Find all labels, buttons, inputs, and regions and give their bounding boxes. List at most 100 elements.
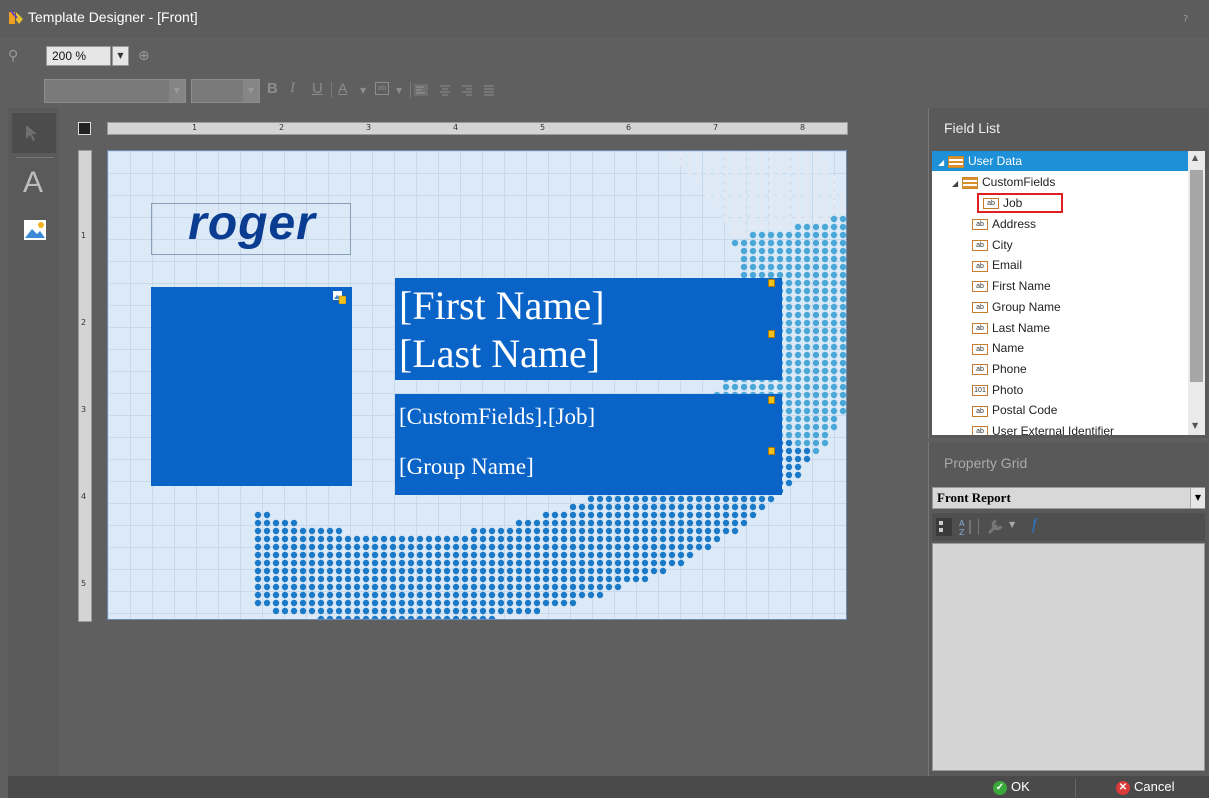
ruler-label: 5 (540, 123, 546, 132)
sort-alphabetical-icon[interactable]: AZ (958, 518, 974, 536)
ruler-label: 1 (81, 231, 87, 240)
tree-item-label: Name (992, 341, 1025, 356)
logo-picture-box[interactable]: roger (151, 197, 351, 255)
highlight-color-button[interactable]: ab (375, 82, 389, 95)
info-field-box[interactable]: [CustomFields].[Job] [Group Name] (395, 394, 782, 495)
toolbox-divider (16, 157, 54, 158)
text-field-icon: ab (972, 219, 988, 231)
tree-item-label: Last Name (992, 320, 1051, 335)
bold-button[interactable]: B (267, 80, 278, 97)
chevron-down-icon: ▼ (169, 80, 185, 102)
tree-item-label: Postal Code (992, 403, 1058, 418)
property-grid-body[interactable] (932, 543, 1205, 771)
ruler-corner-button[interactable] (78, 122, 91, 135)
check-icon: ✓ (993, 780, 1007, 795)
chevron-down-icon[interactable]: ▼ (360, 86, 366, 95)
tree-item-field[interactable]: ab Email (972, 255, 1022, 275)
pointer-tool[interactable] (12, 113, 56, 153)
tree-item-field[interactable]: ab First Name (972, 276, 1051, 296)
tree-item-job[interactable]: ab Job (977, 193, 1063, 213)
text-field-icon: ab (983, 198, 999, 210)
function-icon[interactable]: f (1032, 516, 1036, 534)
text-tool[interactable]: A (23, 166, 43, 200)
toolbar-divider (978, 519, 979, 535)
ruler-label: 2 (279, 123, 285, 132)
tree-item-label: Group Name (992, 299, 1061, 314)
zoom-out-icon[interactable]: ⚲ (8, 48, 18, 64)
scrollbar-thumb[interactable] (1190, 170, 1203, 382)
tree-item-field[interactable]: ab City (972, 235, 1013, 255)
design-canvas[interactable]: roger [First Name] [Last Name] [CustomFi… (107, 150, 847, 620)
categorized-icon[interactable] (936, 518, 952, 536)
tree-item-user-data[interactable]: ◢ User Data (932, 151, 1188, 171)
tree-item-label: First Name (992, 279, 1051, 294)
tree-item-field[interactable]: ab User External Identifier (972, 421, 1114, 435)
tree-item-field[interactable]: ab Postal Code (972, 400, 1057, 420)
window-title: Template Designer - [Front] (28, 9, 198, 25)
table-icon (948, 155, 964, 168)
tree-item-field[interactable]: ab Group Name (972, 297, 1061, 317)
table-icon (962, 176, 978, 189)
align-center-icon[interactable] (438, 83, 452, 97)
zoom-input[interactable]: 200 % (46, 46, 111, 66)
tree-item-field[interactable]: ab Name (972, 338, 1024, 358)
last-name-field[interactable]: [Last Name] (399, 330, 600, 377)
italic-button[interactable]: I (290, 80, 295, 97)
ok-button[interactable]: ✓ OK (993, 779, 1030, 795)
tree-item-field[interactable]: ab Phone (972, 359, 1027, 379)
ruler-label: 3 (81, 405, 87, 414)
font-family-select[interactable]: ▼ (44, 79, 186, 103)
zoom-dropdown-button[interactable]: ▼ (112, 46, 129, 66)
ruler-label: 4 (453, 123, 459, 132)
field-list-tree[interactable]: ◢ User Data ◢ CustomFields ab Job ab Address… (932, 151, 1188, 435)
ruler-label: 2 (81, 318, 87, 327)
zoom-in-icon[interactable]: ⊕ (138, 48, 150, 64)
text-field-icon: ab (972, 343, 988, 355)
wrench-icon[interactable] (986, 518, 1004, 536)
tree-item-label: User External Identifier (992, 424, 1115, 435)
cancel-button[interactable]: ✕ Cancel (1116, 779, 1174, 795)
object-selector[interactable]: Front Report (932, 487, 1205, 509)
expand-icon[interactable]: ◢ (952, 174, 962, 194)
property-grid-title: Property Grid (944, 455, 1028, 471)
tree-item-label: Phone (992, 361, 1027, 376)
text-field-icon: ab (972, 260, 988, 272)
name-field-box[interactable]: [First Name] [Last Name] (395, 278, 782, 380)
text-field-icon: ab (972, 405, 988, 417)
image-field-icon: 101 (972, 384, 988, 396)
chevron-down-icon: ▼ (243, 80, 259, 102)
align-left-icon[interactable] (414, 83, 428, 97)
field-binding-icon (768, 396, 775, 404)
chevron-down-icon[interactable]: ▼ (1192, 421, 1198, 430)
svg-text:Z: Z (959, 528, 965, 536)
group-name-field[interactable]: [Group Name] (399, 454, 534, 480)
chevron-up-icon[interactable]: ▲ (1192, 153, 1198, 162)
align-right-icon[interactable] (460, 83, 474, 97)
photo-placeholder[interactable] (151, 287, 352, 486)
font-color-button[interactable]: A (338, 80, 347, 96)
field-list-title: Field List (944, 120, 1001, 136)
template-designer-icon (9, 10, 23, 24)
svg-text:A: A (959, 519, 965, 528)
tree-item-label: Email (992, 258, 1023, 273)
first-name-field[interactable]: [First Name] (399, 282, 605, 329)
text-field-icon: ab (972, 364, 988, 376)
tree-item-field[interactable]: ab Address (972, 214, 1036, 234)
expand-icon[interactable]: ◢ (938, 153, 948, 173)
justify-icon[interactable] (482, 83, 496, 97)
ruler-label: 8 (800, 123, 806, 132)
tree-item-field[interactable]: ab Last Name (972, 318, 1050, 338)
underline-button[interactable]: U (312, 80, 323, 97)
chevron-down-icon[interactable]: ▼ (1190, 488, 1205, 508)
picture-tool-icon[interactable] (24, 220, 46, 240)
text-field-icon: ab (972, 426, 988, 435)
tree-item-customfields[interactable]: ◢ CustomFields (952, 172, 1055, 192)
chevron-down-icon[interactable]: ▼ (396, 86, 402, 95)
ruler-label: 5 (81, 579, 87, 588)
font-size-select[interactable]: ▼ (191, 79, 260, 103)
tree-item-field[interactable]: 101 Photo (972, 380, 1023, 400)
job-field[interactable]: [CustomFields].[Job] (399, 404, 595, 430)
chevron-down-icon[interactable]: ▼ (1009, 520, 1015, 529)
help-button[interactable]: ? (1183, 14, 1188, 25)
field-binding-icon (768, 330, 775, 338)
